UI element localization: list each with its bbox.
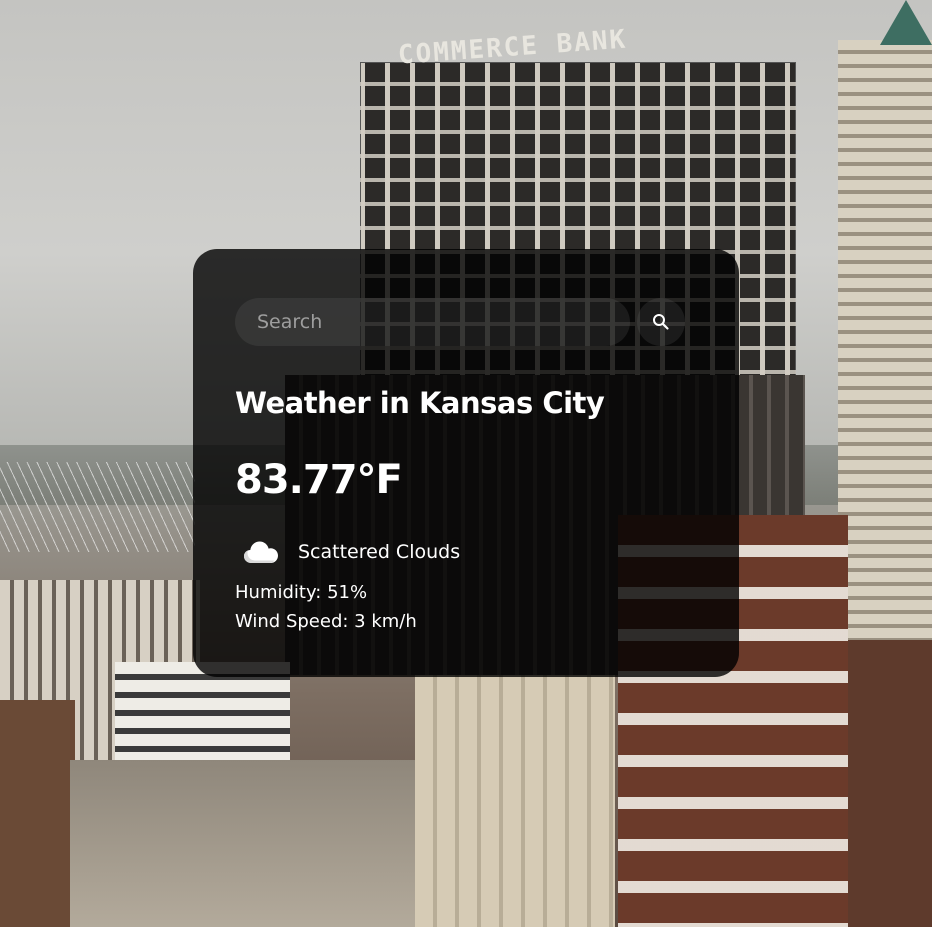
rooftops: [70, 760, 420, 927]
temperature: 83.77°F: [235, 457, 403, 503]
humidity-text: Humidity: 51%: [235, 582, 368, 603]
search-bar: [235, 298, 689, 346]
weather-card: Weather in Kansas City 83.77°F Scattered…: [193, 249, 739, 677]
building-center: [415, 675, 615, 927]
tower-right: [838, 40, 932, 640]
wind-speed-text: Wind Speed: 3 km/h: [235, 611, 417, 632]
building-left-low: [0, 700, 75, 927]
search-icon: [653, 314, 669, 330]
building-brick-right: [848, 640, 932, 927]
condition-row: Scattered Clouds: [243, 537, 460, 567]
condition-description: Scattered Clouds: [298, 541, 461, 563]
cloud-icon: [244, 541, 278, 563]
search-button[interactable]: [637, 298, 685, 346]
search-input[interactable]: [235, 298, 630, 346]
city-title: Weather in Kansas City: [235, 386, 605, 420]
bridge: [0, 462, 195, 552]
